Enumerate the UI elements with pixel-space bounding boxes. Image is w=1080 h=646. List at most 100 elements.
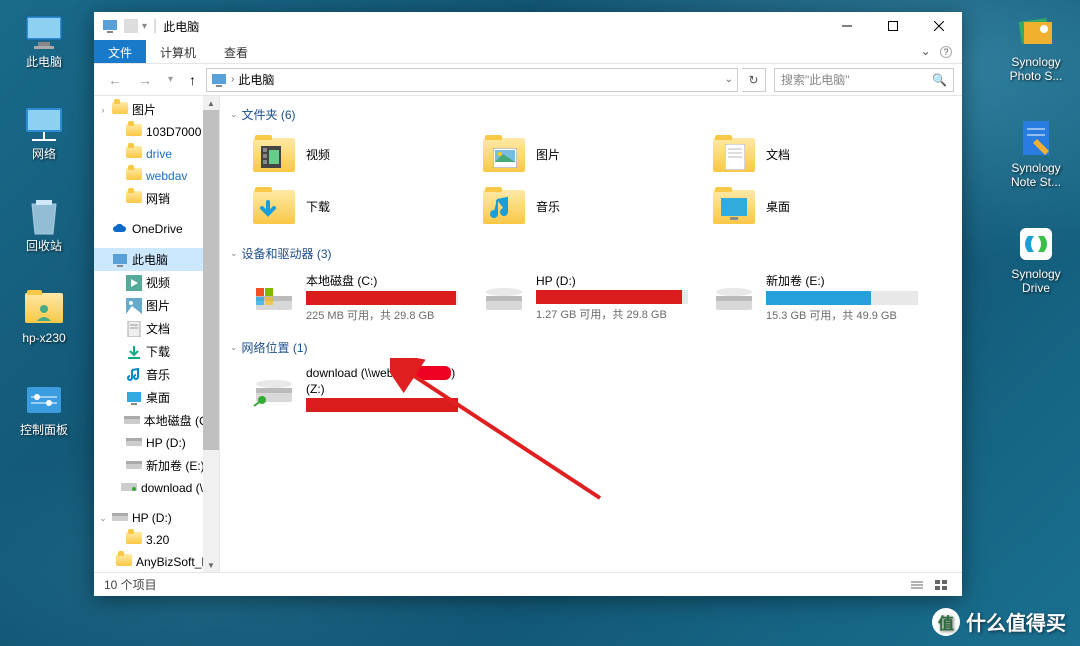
sidebar-item-6[interactable]: 此电脑 xyxy=(94,248,219,271)
item-subtext: 15.3 GB 可用，共 49.9 GB xyxy=(766,307,918,323)
close-button[interactable] xyxy=(916,12,962,40)
drive-icon xyxy=(124,413,140,429)
desktop-icon-recycle[interactable]: 回收站 xyxy=(9,196,79,253)
ribbon-tab-view[interactable]: 查看 xyxy=(210,40,262,63)
ribbon-expand[interactable]: ⌄ ? xyxy=(911,40,962,63)
folder-item-doc[interactable]: 文档 xyxy=(710,131,920,179)
sidebar-item-label: webdav xyxy=(146,169,187,183)
sidebar-item-15[interactable]: 新加卷 (E:) xyxy=(94,454,219,477)
pc-icon xyxy=(211,72,227,88)
music-icon xyxy=(126,367,142,383)
netdrive-icon xyxy=(252,368,296,412)
minimize-button[interactable] xyxy=(824,12,870,40)
pc-icon xyxy=(112,252,128,268)
folder-item-pic[interactable]: 图片 xyxy=(480,131,690,179)
desktop-icon-hpx230[interactable]: hp-x230 xyxy=(9,288,79,345)
section-network[interactable]: ⌄网络位置 (1) xyxy=(230,335,952,360)
content-area: ⌄文件夹 (6) 视频 图片文档下载 音乐 桌面 ⌄设备和驱动器 (3) 本地磁盘 (… xyxy=(220,96,962,572)
desktop-icon xyxy=(126,390,142,406)
sidebar-item-17[interactable]: ⌄HP (D:) xyxy=(94,507,219,529)
ribbon-tab-computer[interactable]: 计算机 xyxy=(146,40,210,63)
video-icon xyxy=(252,133,296,177)
watermark-text: 什么值得买 xyxy=(966,607,1066,636)
sidebar-item-13[interactable]: 本地磁盘 (C:) xyxy=(94,409,219,432)
network-icon xyxy=(24,104,64,144)
desktop-icon-label: Synology Photo S... xyxy=(1001,55,1071,84)
scroll-up[interactable]: ▲ xyxy=(203,96,219,110)
ribbon-file[interactable]: 文件 xyxy=(94,40,146,63)
section-folders[interactable]: ⌄文件夹 (6) xyxy=(230,102,952,127)
sidebar-item-label: 图片 xyxy=(132,101,156,118)
sidebar-item-label: 103D7000 xyxy=(146,125,201,139)
sidebar-item-19[interactable]: AnyBizSoft_PDF xyxy=(94,551,219,572)
forward-button[interactable]: → xyxy=(132,70,158,90)
sidebar-item-3[interactable]: webdav xyxy=(94,165,219,187)
view-icons[interactable] xyxy=(930,576,952,594)
sidebar-item-1[interactable]: 103D7000 xyxy=(94,121,219,143)
folder-item-download[interactable]: 下载 xyxy=(250,183,460,231)
desktop-icon-label: Synology Note St... xyxy=(1001,161,1071,190)
sidebar-item-label: 桌面 xyxy=(146,389,170,406)
drive-item-2[interactable]: 新加卷 (E:)15.3 GB 可用，共 49.9 GB xyxy=(710,270,920,325)
drive-icon xyxy=(712,276,756,320)
desktop-icon-this-pc[interactable]: 此电脑 xyxy=(9,12,79,69)
folder-item-desktop[interactable]: 桌面 xyxy=(710,183,920,231)
desktop-icon-label: Synology Drive xyxy=(1001,267,1071,296)
sidebar-item-label: 视频 xyxy=(146,274,170,291)
desktop-icon-control-panel[interactable]: 控制面板 xyxy=(9,380,79,437)
address-bar[interactable]: › 此电脑 ⌄ xyxy=(206,68,738,92)
up-button[interactable]: ↑ xyxy=(183,70,202,90)
desktop-icon-label: 网络 xyxy=(9,147,79,161)
download-icon xyxy=(126,344,142,360)
refresh-button[interactable]: ↻ xyxy=(742,68,766,92)
view-details[interactable] xyxy=(906,576,928,594)
cloud-icon xyxy=(112,221,128,237)
folder-icon xyxy=(126,532,142,548)
sidebar-item-2[interactable]: drive xyxy=(94,143,219,165)
sidebar-item-0[interactable]: ›图片 xyxy=(94,98,219,121)
sidebar-item-5[interactable]: OneDrive xyxy=(94,218,219,240)
history-button[interactable]: ▾ xyxy=(162,72,179,87)
desktop-icon-syn-photo[interactable]: Synology Photo S... xyxy=(1001,12,1071,84)
section-drives[interactable]: ⌄设备和驱动器 (3) xyxy=(230,241,952,266)
sidebar-item-12[interactable]: 桌面 xyxy=(94,386,219,409)
panel-icon xyxy=(24,380,64,420)
sidebar-item-label: 网销 xyxy=(146,190,170,207)
item-label: 本地磁盘 (C:) xyxy=(306,272,458,289)
back-button[interactable]: ← xyxy=(102,70,128,90)
drive-item-1[interactable]: HP (D:)1.27 GB 可用，共 29.8 GB xyxy=(480,270,690,325)
scroll-thumb[interactable] xyxy=(203,110,219,450)
netdrive-icon xyxy=(121,480,137,496)
sidebar-item-8[interactable]: 图片 xyxy=(94,294,219,317)
sidebar-item-label: 图片 xyxy=(146,297,170,314)
titlebar[interactable]: ▾ | 此电脑 xyxy=(94,12,962,40)
drive-item-0[interactable]: 本地磁盘 (C:)225 MB 可用，共 29.8 GB xyxy=(250,270,460,325)
sidebar-item-14[interactable]: HP (D:) xyxy=(94,432,219,454)
sidebar-item-10[interactable]: 下载 xyxy=(94,340,219,363)
desktop-icon-syn-note[interactable]: Synology Note St... xyxy=(1001,118,1071,190)
item-label: 视频 xyxy=(306,146,458,163)
network-item-0[interactable]: download (\\webdav.xx)(Z:) xyxy=(250,364,460,416)
drive-icon xyxy=(252,276,296,320)
item-label: 音乐 xyxy=(536,198,688,215)
search-input[interactable]: 搜索"此电脑" 🔍 xyxy=(774,68,954,92)
sidebar-item-16[interactable]: download (\\w xyxy=(94,477,219,499)
desktop-icon-network[interactable]: 网络 xyxy=(9,104,79,161)
maximize-button[interactable] xyxy=(870,12,916,40)
item-subtext: 1.27 GB 可用，共 29.8 GB xyxy=(536,306,688,322)
folder-item-music[interactable]: 音乐 xyxy=(480,183,690,231)
sidebar-item-label: 3.20 xyxy=(146,533,169,547)
folder-item-video[interactable]: 视频 xyxy=(250,131,460,179)
sidebar-item-11[interactable]: 音乐 xyxy=(94,363,219,386)
breadcrumb[interactable]: 此电脑 xyxy=(238,71,274,88)
desktop-icon-syn-drive[interactable]: Synology Drive xyxy=(1001,224,1071,296)
sidebar-item-7[interactable]: 视频 xyxy=(94,271,219,294)
address-dropdown[interactable]: ⌄ xyxy=(725,74,733,85)
sidebar-item-4[interactable]: 网销 xyxy=(94,187,219,210)
scroll-down[interactable]: ▼ xyxy=(203,558,219,572)
navbar: ← → ▾ ↑ › 此电脑 ⌄ ↻ 搜索"此电脑" 🔍 xyxy=(94,64,962,96)
sidebar-item-9[interactable]: 文档 xyxy=(94,317,219,340)
sidebar-item-label: 音乐 xyxy=(146,366,170,383)
sidebar-item-label: drive xyxy=(146,147,172,161)
sidebar-item-18[interactable]: 3.20 xyxy=(94,529,219,551)
